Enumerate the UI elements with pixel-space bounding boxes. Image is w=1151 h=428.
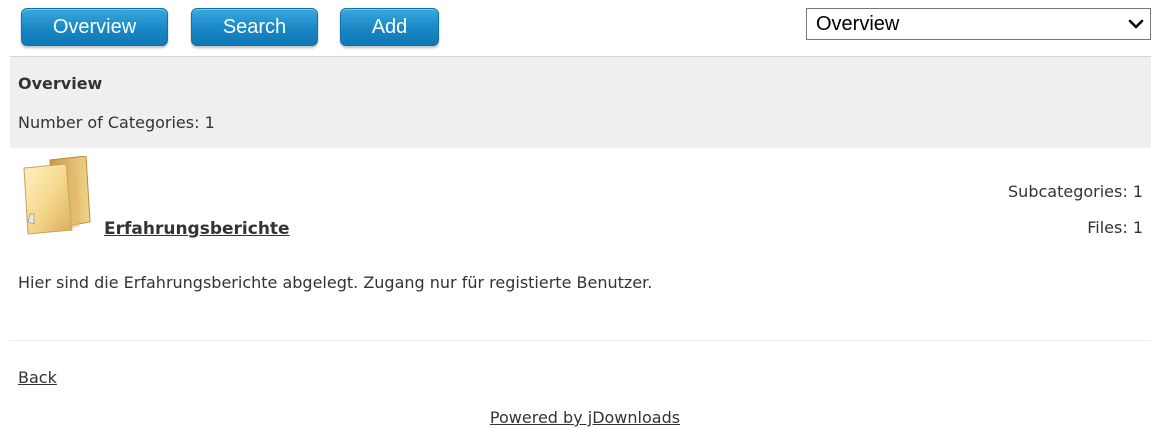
category-link[interactable]: Erfahrungsberichte	[104, 219, 290, 239]
chevron-down-icon	[1128, 19, 1144, 29]
powered-by-link[interactable]: Powered by jDownloads	[0, 408, 1151, 427]
overview-header: Overview Number of Categories: 1	[10, 57, 1151, 148]
search-button[interactable]: Search	[191, 8, 318, 46]
overview-button[interactable]: Overview	[21, 8, 168, 46]
select-value: Overview	[816, 13, 900, 35]
category-description: Hier sind die Erfahrungsberichte abgeleg…	[18, 273, 653, 292]
section-divider	[10, 340, 1151, 341]
category-jump-select[interactable]: Overview	[806, 8, 1151, 40]
files-count: Files: 1	[1087, 218, 1143, 237]
subcategories-count: Subcategories: 1	[1008, 182, 1143, 201]
page-title: Overview	[18, 74, 103, 93]
category-count: Number of Categories: 1	[18, 113, 215, 132]
add-button[interactable]: Add	[340, 8, 439, 46]
folder-icon	[23, 156, 91, 235]
back-link[interactable]: Back	[18, 368, 57, 387]
